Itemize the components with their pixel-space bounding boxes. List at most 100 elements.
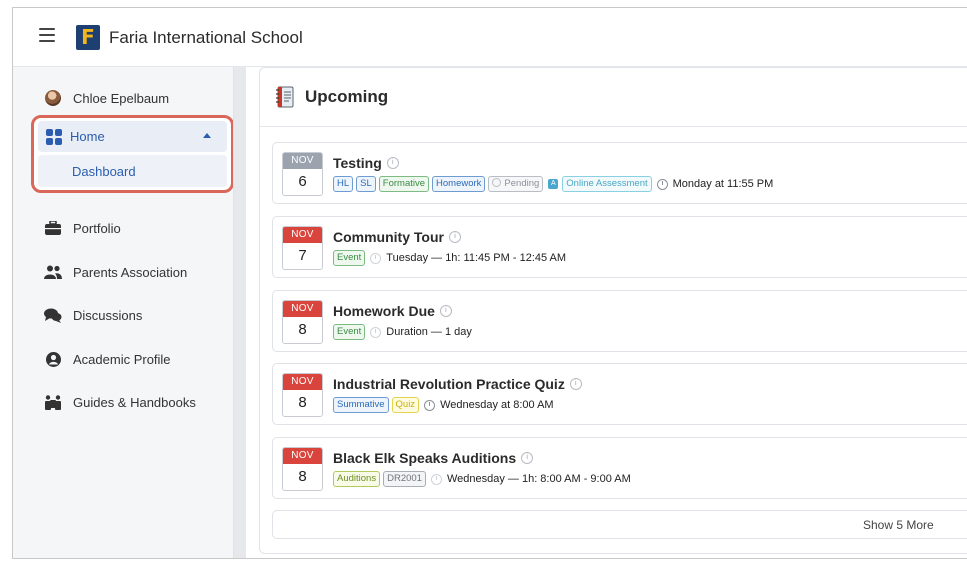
event-time: Monday at 11:55 PM <box>672 178 774 190</box>
top-bar: F Faria International School <box>13 8 967 67</box>
info-icon[interactable]: i <box>521 452 534 464</box>
briefcase-icon <box>43 219 63 237</box>
panel-title: Upcoming <box>305 87 389 106</box>
event-time: Duration — 1 day <box>386 326 472 338</box>
date-month: NOV <box>283 448 322 464</box>
date-day: 6 <box>298 173 307 190</box>
guides-icon <box>43 393 63 411</box>
tag-quiz: Quiz <box>391 397 420 413</box>
school-name: Faria International School <box>109 28 303 47</box>
tag-sl: SL <box>356 176 376 192</box>
sidebar-item-label: Academic Profile <box>73 351 171 367</box>
clock-icon <box>430 473 442 485</box>
date-month: NOV <box>283 301 322 317</box>
event-card[interactable]: NOV 8 Black Elk Speaks Auditions i Audit… <box>272 437 967 499</box>
event-time: Wednesday at 8:00 AM <box>440 399 554 411</box>
sidebar-item-parents-association[interactable]: Parents Association <box>43 261 187 283</box>
user-circle-icon <box>43 350 63 368</box>
tag-hl: HL <box>333 176 354 192</box>
show-more-label: Show 5 More <box>863 518 934 532</box>
event-meta: Event Duration — 1 day <box>333 324 472 340</box>
tag-online-assessment: Online Assessment <box>562 176 652 192</box>
clock-icon <box>656 178 668 190</box>
sidebar-item-dashboard[interactable]: Dashboard <box>38 155 227 187</box>
event-meta: Auditions DR2001 Wednesday — 1h: 8:00 AM… <box>333 471 631 487</box>
panel-header: Upcoming <box>260 68 967 127</box>
event-card[interactable]: NOV 7 Community Tour i Event Tuesday — 1… <box>272 216 967 278</box>
date-badge: NOV 8 <box>282 447 323 491</box>
event-title[interactable]: Industrial Revolution Practice Quiz i <box>333 376 582 392</box>
school-logo: F <box>76 25 100 50</box>
sidebar-item-label: Parents Association <box>73 264 188 280</box>
sidebar-item-portfolio[interactable]: Portfolio <box>43 217 121 239</box>
user-name: Chloe Epelbaum <box>73 90 170 106</box>
tag-event: Event <box>333 250 366 266</box>
date-month: NOV <box>283 374 322 390</box>
grid-icon <box>46 129 62 145</box>
clock-icon <box>370 252 382 264</box>
event-meta: Event Tuesday — 1h: 11:45 PM - 12:45 AM <box>333 250 566 266</box>
clock-icon <box>424 399 436 411</box>
tag-course-code: DR2001 <box>383 471 426 487</box>
sidebar-item-home-label: Home <box>70 129 105 144</box>
date-day: 7 <box>298 247 307 264</box>
event-meta: HL SL Formative Homework Pending A Onlin… <box>333 176 773 192</box>
sidebar-item-home[interactable]: Home <box>38 121 227 152</box>
tag-homework: Homework <box>432 176 486 192</box>
tag-auditions: Auditions <box>333 471 381 487</box>
event-title-text: Community Tour <box>333 229 444 245</box>
date-month: NOV <box>283 153 322 169</box>
chevron-up-icon[interactable] <box>203 133 211 138</box>
info-icon[interactable]: i <box>439 305 452 317</box>
sidebar-user-profile[interactable]: Chloe Epelbaum <box>43 87 169 109</box>
event-title[interactable]: Testing i <box>333 155 399 171</box>
info-icon[interactable]: i <box>569 378 582 390</box>
info-icon[interactable]: i <box>448 231 461 243</box>
event-card[interactable]: NOV 8 Industrial Revolution Practice Qui… <box>272 363 967 425</box>
sidebar-item-label: Discussions <box>73 307 143 323</box>
sidebar-item-guides-handbooks[interactable]: Guides & Handbooks <box>43 391 196 413</box>
clock-icon <box>370 326 382 338</box>
date-month: NOV <box>283 227 322 243</box>
chat-bubbles-icon <box>43 306 63 324</box>
sidebar-item-discussions[interactable]: Discussions <box>43 304 142 326</box>
event-title-text: Black Elk Speaks Auditions <box>333 450 517 466</box>
date-day: 8 <box>298 468 307 485</box>
info-icon[interactable]: i <box>386 157 399 169</box>
date-badge: NOV 6 <box>282 152 323 196</box>
online-assessment-icon: A <box>548 179 559 189</box>
status-badge: Pending <box>488 176 544 192</box>
sidebar-scrollbar[interactable] <box>233 67 246 558</box>
event-title[interactable]: Black Elk Speaks Auditions i <box>333 450 534 466</box>
event-title[interactable]: Community Tour i <box>333 229 461 245</box>
event-card[interactable]: NOV 8 Homework Due i Event Duration — 1 … <box>272 290 967 352</box>
notebook-icon <box>276 86 294 108</box>
date-day: 8 <box>298 321 307 338</box>
date-badge: NOV 7 <box>282 226 323 270</box>
users-icon <box>43 263 63 281</box>
show-more-button[interactable]: Show 5 More <box>272 510 967 539</box>
event-time: Wednesday — 1h: 8:00 AM - 9:00 AM <box>446 473 631 485</box>
event-title-text: Industrial Revolution Practice Quiz <box>333 376 565 392</box>
date-badge: NOV 8 <box>282 373 323 417</box>
sidebar-item-label: Portfolio <box>73 220 121 236</box>
tag-event: Event <box>333 324 366 340</box>
home-highlight-box: Home Dashboard <box>31 115 234 193</box>
date-day: 8 <box>298 394 307 411</box>
event-title[interactable]: Homework Due i <box>333 303 452 319</box>
tag-formative: Formative <box>378 176 430 192</box>
event-card[interactable]: NOV 6 Testing i HL SL Formative Homework… <box>272 142 967 204</box>
event-title-text: Homework Due <box>333 303 435 319</box>
hamburger-menu-icon[interactable] <box>39 28 55 44</box>
sidebar-item-label: Guides & Handbooks <box>73 394 196 410</box>
pending-icon <box>492 178 502 187</box>
tag-summative: Summative <box>333 397 389 413</box>
sidebar-item-academic-profile[interactable]: Academic Profile <box>43 348 171 370</box>
app-window: F Faria International School Chloe Epelb… <box>12 7 967 559</box>
status-text: Pending <box>504 178 540 189</box>
event-time: Tuesday — 1h: 11:45 PM - 12:45 AM <box>386 252 567 264</box>
event-title-text: Testing <box>333 155 382 171</box>
sidebar: Chloe Epelbaum Home Dashboard Portfolio … <box>13 67 234 558</box>
avatar <box>43 89 63 107</box>
main-content: Upcoming NOV 6 Testing i HL SL Formative… <box>259 67 967 558</box>
